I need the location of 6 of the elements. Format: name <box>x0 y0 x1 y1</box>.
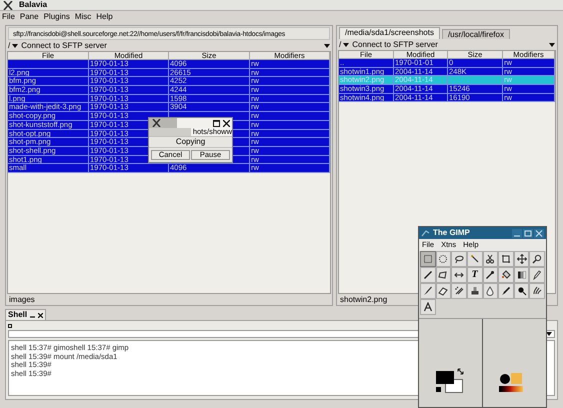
status-text: images <box>9 296 35 304</box>
status-text: shotwin2.png <box>340 296 388 304</box>
dialog-label: Copying <box>176 138 206 146</box>
tab-label: Shell <box>8 311 28 319</box>
window-title: The GIMP <box>433 229 471 237</box>
window-title: Balavia <box>19 1 48 9</box>
